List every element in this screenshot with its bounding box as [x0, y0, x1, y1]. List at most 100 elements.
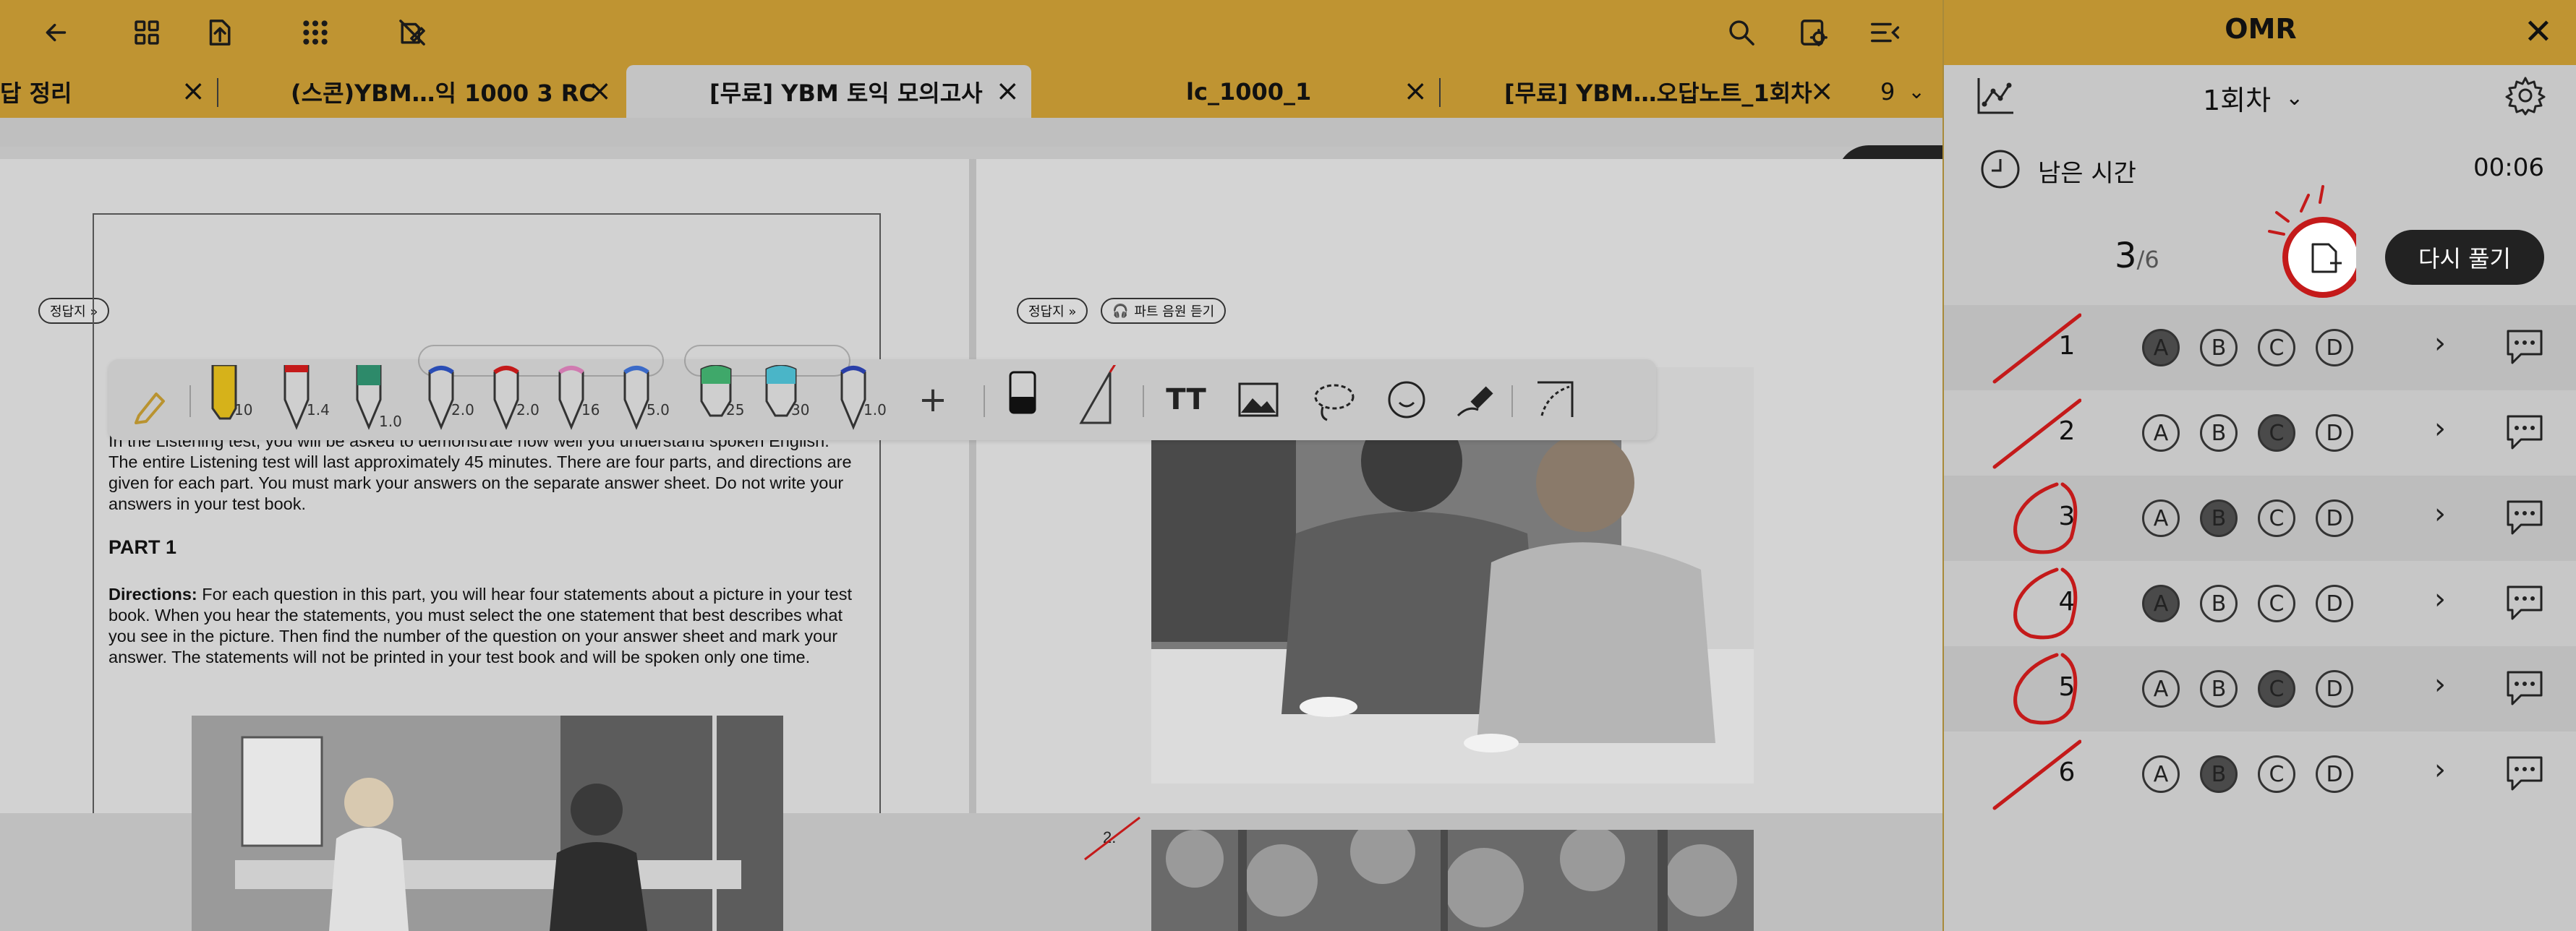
answer-bubble-a[interactable]: A [2142, 670, 2180, 708]
marker-green-tool[interactable]: 25 [694, 364, 752, 434]
answer-bubble-d[interactable]: D [2316, 329, 2353, 366]
ruler-icon[interactable] [1067, 360, 1125, 434]
apps-icon[interactable] [295, 12, 336, 53]
tool-size: 1.0 [379, 413, 402, 430]
pen-red-tool[interactable]: 1.4 [275, 364, 333, 434]
lasso-icon[interactable] [1305, 365, 1363, 434]
search-icon[interactable] [1721, 12, 1762, 53]
answer-bubble-c[interactable]: C [2258, 585, 2295, 622]
answer-bubble-b[interactable]: B [2200, 414, 2238, 452]
pen-pink-tool[interactable]: 16 [550, 365, 607, 434]
tab-label: (스콘)YBM…익 1000 3 RC [291, 79, 596, 107]
add-pen-button[interactable]: + [904, 365, 962, 434]
grid-icon[interactable] [127, 12, 167, 53]
tab-item[interactable]: lc_1000_1 × [1034, 65, 1439, 118]
eraser-icon[interactable] [994, 365, 1052, 434]
pen-navy-tool[interactable]: 1.0 [832, 365, 890, 434]
comment-icon[interactable] [2504, 327, 2546, 366]
tab-label: [무료] YBM 토익 모의고사 [709, 79, 983, 107]
tool-size: 30 [791, 401, 810, 419]
tool-size: 2.0 [516, 401, 539, 419]
tool-size: 16 [581, 401, 600, 419]
back-arrow-icon[interactable] [36, 12, 77, 53]
omr-panel-title: OMR [2225, 13, 2297, 45]
laser-pointer-icon[interactable] [1446, 365, 1504, 434]
answer-bubble-a[interactable]: A [2142, 499, 2180, 537]
chevron-right-icon[interactable]: › [2434, 412, 2446, 445]
close-icon[interactable]: × [1403, 77, 1428, 106]
answer-bubble-d[interactable]: D [2316, 755, 2353, 793]
answer-bubble-b[interactable]: B [2200, 499, 2238, 537]
comment-icon[interactable] [2504, 497, 2546, 536]
answer-bubble-c[interactable]: C [2258, 670, 2295, 708]
marker-cyan-tool[interactable]: 30 [759, 364, 817, 434]
stats-chart-icon[interactable] [1976, 75, 2016, 116]
no-edit-icon[interactable] [392, 12, 432, 53]
chevron-right-icon[interactable]: › [2434, 668, 2446, 701]
answer-bubble-b[interactable]: B [2200, 329, 2238, 366]
image-icon[interactable] [1229, 365, 1287, 434]
part-audio-button[interactable]: 🎧 파트 음원 듣기 [1101, 298, 1227, 324]
tab-overflow-dropdown[interactable]: 9 ⌄ [1851, 65, 1942, 118]
comment-icon[interactable] [2504, 753, 2546, 792]
tab-label: [무료] YBM…오답노트_1회차 [1504, 79, 1812, 107]
text-tool-icon[interactable]: TT [1157, 365, 1215, 434]
comment-icon[interactable] [2504, 412, 2546, 451]
answer-bubble-c[interactable]: C [2258, 414, 2295, 452]
tab-menu-icon[interactable] [1864, 12, 1905, 53]
close-icon[interactable]: × [181, 77, 205, 106]
comment-icon[interactable] [2504, 668, 2546, 707]
sticker-icon[interactable] [1378, 365, 1436, 434]
export-icon[interactable] [199, 12, 239, 53]
wrong-mark [1992, 313, 2081, 384]
pen-settings-icon[interactable] [123, 365, 181, 434]
remaining-time-label: 남은 시간 [2038, 159, 2136, 188]
answer-bubble-d[interactable]: D [2316, 585, 2353, 622]
pen-blue2-tool[interactable]: 5.0 [615, 365, 673, 434]
chevron-right-icon[interactable]: › [2434, 583, 2446, 616]
pen-red2-tool[interactable]: 2.0 [485, 365, 542, 434]
settings-page-icon[interactable] [1794, 12, 1834, 53]
comment-icon[interactable] [2504, 583, 2546, 622]
close-icon[interactable]: ✕ [2524, 12, 2553, 52]
add-sheet-icon[interactable] [2306, 239, 2346, 279]
answer-bubble-a[interactable]: A [2142, 329, 2180, 366]
close-icon[interactable]: × [1809, 77, 1834, 106]
answer-sheet-button-right[interactable]: 정답지 » [1017, 298, 1088, 324]
answer-bubble-a[interactable]: A [2142, 585, 2180, 622]
tab-item[interactable]: [무료] YBM…오답노트_1회차 × [1441, 65, 1846, 118]
answer-bubble-b[interactable]: B [2200, 670, 2238, 708]
answer-bubble-a[interactable]: A [2142, 755, 2180, 793]
pen-blue-tool[interactable]: 2.0 [419, 365, 477, 434]
chevron-right-icon[interactable]: › [2434, 753, 2446, 786]
intro-text: In the Listening test, you will be asked… [108, 432, 852, 513]
answer-bubble-c[interactable]: C [2258, 755, 2295, 793]
answer-bubble-c[interactable]: C [2258, 499, 2295, 537]
tool-size: 10 [234, 401, 253, 419]
collapse-toolbar-icon[interactable] [1526, 365, 1584, 434]
session-dropdown[interactable]: 1회차 ⌄ [2203, 78, 2303, 118]
chevron-right-icon[interactable]: › [2434, 327, 2446, 360]
directions-body: For each question in this part, you will… [108, 585, 852, 666]
retry-button[interactable]: 다시 풀기 [2385, 230, 2544, 285]
chevron-right-icon[interactable]: › [2434, 497, 2446, 531]
answer-bubble-d[interactable]: D [2316, 670, 2353, 708]
tab-item-active[interactable]: [무료] YBM 토익 모의고사 × [626, 65, 1031, 118]
tool-size: 1.4 [307, 401, 330, 419]
answer-bubble-a[interactable]: A [2142, 414, 2180, 452]
directions-text: Directions: For each question in this pa… [108, 584, 853, 668]
pen-teal-tool[interactable]: 1.0 [347, 364, 405, 434]
close-icon[interactable]: × [995, 77, 1020, 106]
close-icon[interactable]: × [587, 77, 612, 106]
answer-bubble-b[interactable]: B [2200, 755, 2238, 793]
highlighter-yellow-tool[interactable]: 10 [202, 364, 260, 434]
tab-item[interactable]: (스콘)YBM…익 1000 3 RC × [218, 65, 623, 118]
progress-counter: 3 /6 [2115, 236, 2159, 276]
tab-label: lc_1000_1 [1186, 77, 1312, 106]
answer-bubble-c[interactable]: C [2258, 329, 2295, 366]
answer-bubble-d[interactable]: D [2316, 499, 2353, 537]
gear-icon[interactable] [2505, 75, 2546, 116]
answer-bubble-b[interactable]: B [2200, 585, 2238, 622]
answer-bubble-d[interactable]: D [2316, 414, 2353, 452]
tab-item[interactable]: 답 정리 × [0, 65, 217, 118]
